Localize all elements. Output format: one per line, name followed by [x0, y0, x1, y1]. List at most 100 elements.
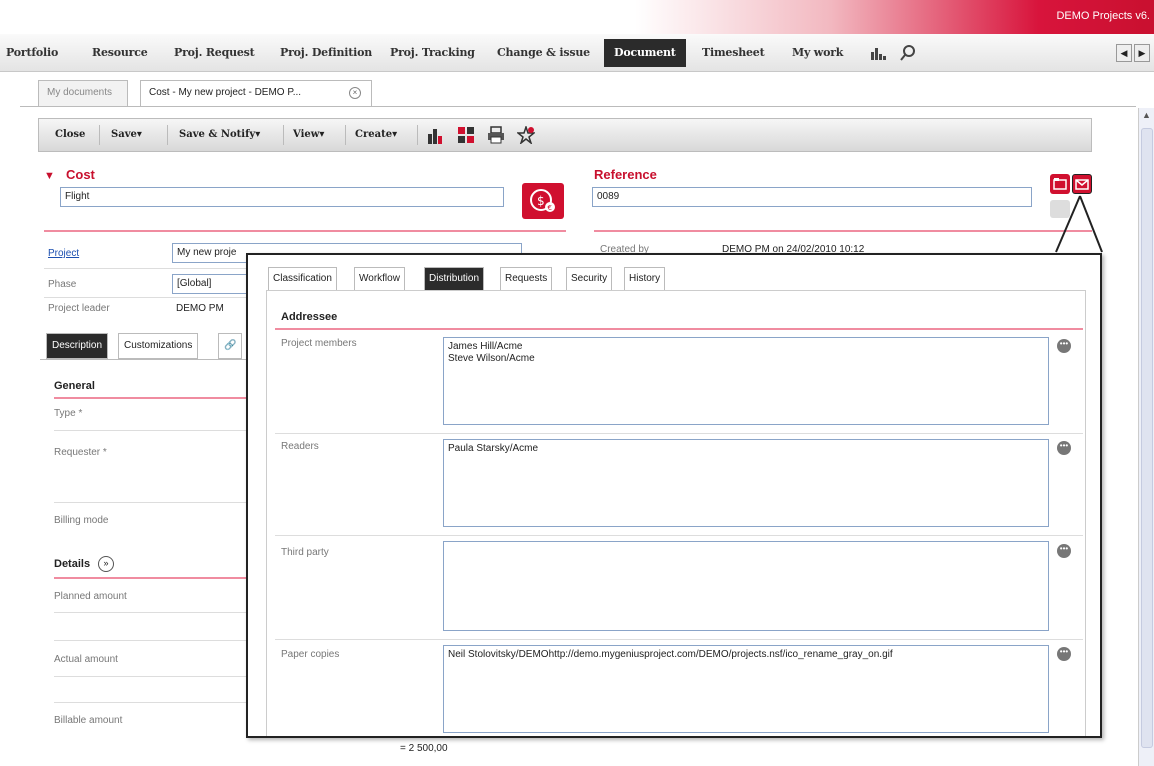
row-divider — [54, 640, 254, 641]
row-divider — [275, 639, 1083, 640]
more-options-icon[interactable]: ••• — [1057, 441, 1071, 455]
save-notify-button[interactable]: Save & Notify▾ — [179, 119, 260, 151]
tab-my-documents[interactable]: My documents — [38, 80, 128, 106]
tab-distribution[interactable]: Distribution — [424, 267, 485, 291]
expand-circle-icon[interactable]: » — [98, 556, 114, 572]
more-options-icon[interactable]: ••• — [1057, 339, 1071, 353]
bar-chart-icon[interactable] — [427, 126, 445, 144]
view-button[interactable]: View▾ — [293, 119, 324, 151]
more-options-icon[interactable]: ••• — [1057, 647, 1071, 661]
chart-icon[interactable] — [870, 46, 886, 60]
reader-line: Paula Starsky/Acme — [448, 443, 539, 454]
folder-icon[interactable] — [1050, 174, 1070, 194]
requester-label: Requester * — [54, 447, 107, 458]
favorite-star-icon[interactable] — [515, 124, 537, 146]
main-menu: Portfolio Resource Proj. Request Proj. D… — [0, 34, 1154, 72]
reference-field[interactable]: 0089 — [592, 187, 1032, 207]
row-divider — [54, 676, 254, 677]
row-divider — [44, 268, 264, 269]
view-label: View — [293, 129, 320, 140]
toolbar-separator — [345, 125, 346, 145]
mail-icon[interactable] — [1072, 174, 1092, 194]
svg-text:€: € — [548, 204, 552, 212]
project-members-field[interactable]: James Hill/Acme Steve Wilson/Acme — [443, 337, 1049, 425]
top-banner: DEMO Projects v6. — [0, 0, 1154, 34]
menu-timesheet[interactable]: Timesheet — [702, 34, 765, 72]
tab-divider — [20, 106, 1136, 107]
currency-icon[interactable]: $ € — [522, 183, 564, 219]
cost-section-line — [44, 230, 566, 232]
paperclip-icon: 🔗 — [224, 340, 237, 351]
tab-label: Cost - My new project - DEMO P... — [149, 87, 302, 98]
tab-customizations[interactable]: Customizations — [118, 333, 199, 359]
row-divider — [54, 612, 254, 613]
create-button[interactable]: Create▾ — [355, 119, 397, 151]
print-icon[interactable] — [487, 126, 505, 144]
billing-mode-label: Billing mode — [54, 515, 109, 526]
grid-icon[interactable] — [457, 126, 475, 144]
third-party-field[interactable] — [443, 541, 1049, 631]
tab-attachments[interactable]: 🔗 — [218, 333, 242, 359]
paper-copies-label: Paper copies — [281, 649, 340, 660]
paper-copies-field[interactable]: Neil Stolovitsky/DEMOhttp://demo.mygeniu… — [443, 645, 1049, 733]
addressee-line — [275, 328, 1083, 330]
reference-section-title: Reference — [594, 167, 657, 182]
popup-connector — [1055, 195, 1103, 253]
toolbar-separator — [99, 125, 100, 145]
tab-classification[interactable]: Classification — [268, 267, 337, 291]
menu-proj-request[interactable]: Proj. Request — [174, 34, 255, 72]
row-divider — [275, 433, 1083, 434]
prev-arrow-icon[interactable]: ◀ — [1116, 44, 1132, 62]
row-divider — [54, 702, 254, 703]
scroll-up-icon[interactable]: ▲ — [1142, 110, 1151, 120]
menu-proj-tracking[interactable]: Proj. Tracking — [390, 34, 475, 72]
search-icon[interactable] — [900, 45, 916, 61]
menu-proj-definition[interactable]: Proj. Definition — [280, 34, 372, 72]
menu-change-issue[interactable]: Change & issue — [497, 34, 590, 72]
billable-amount-label: Billable amount — [54, 715, 123, 726]
page-scrollbar[interactable]: ▲ — [1138, 108, 1154, 766]
tab-security[interactable]: Security — [566, 267, 613, 291]
svg-text:$: $ — [537, 194, 545, 208]
tab-description[interactable]: Description — [46, 333, 109, 359]
details-section-line — [54, 577, 254, 579]
project-members-label: Project members — [281, 338, 357, 349]
save-notify-label: Save & Notify — [179, 129, 256, 140]
scroll-thumb[interactable] — [1141, 128, 1153, 748]
member-line: Steve Wilson/Acme — [448, 353, 535, 364]
tab-history[interactable]: History — [624, 267, 666, 291]
menu-portfolio[interactable]: Portfolio — [6, 34, 58, 72]
next-arrow-icon[interactable]: ▶ — [1134, 44, 1150, 62]
menu-my-work[interactable]: My work — [792, 34, 843, 72]
close-tab-icon[interactable]: × — [349, 87, 361, 99]
general-section-line — [54, 397, 254, 399]
collapse-triangle-icon[interactable]: ▼ — [44, 170, 55, 182]
toolbar-separator — [417, 125, 418, 145]
close-button[interactable]: Close — [55, 119, 85, 151]
general-section-title: General — [54, 380, 95, 392]
menu-document[interactable]: Document — [604, 39, 686, 67]
actual-amount-label: Actual amount — [54, 654, 118, 665]
save-button[interactable]: Save▾ — [111, 119, 142, 151]
member-line: James Hill/Acme — [448, 341, 523, 352]
tab-requests[interactable]: Requests — [500, 267, 553, 291]
distribution-popup: Classification Workflow Distribution Req… — [246, 253, 1102, 738]
project-leader-value: DEMO PM — [176, 303, 224, 314]
planned-amount-label: Planned amount — [54, 591, 127, 602]
cost-name-field[interactable]: Flight — [60, 187, 504, 207]
toolbar-separator — [283, 125, 284, 145]
distribution-content: Addressee Project members James Hill/Acm… — [266, 290, 1086, 736]
row-divider — [54, 430, 254, 431]
reference-section-line — [594, 230, 1092, 232]
row-divider — [44, 297, 264, 298]
tab-workflow[interactable]: Workflow — [354, 267, 405, 291]
tab-label: My documents — [47, 87, 113, 98]
document-toolbar: Close Save▾ Save & Notify▾ View▾ Create▾ — [38, 118, 1092, 152]
readers-field[interactable]: Paula Starsky/Acme — [443, 439, 1049, 527]
paper-copy-line: Neil Stolovitsky/DEMOhttp://demo.mygeniu… — [448, 649, 893, 660]
menu-resource[interactable]: Resource — [92, 34, 148, 72]
more-options-icon[interactable]: ••• — [1057, 544, 1071, 558]
details-section-title: Details — [54, 558, 91, 570]
project-label[interactable]: Project — [48, 248, 79, 259]
tab-cost-document[interactable]: Cost - My new project - DEMO P... × — [140, 80, 372, 106]
